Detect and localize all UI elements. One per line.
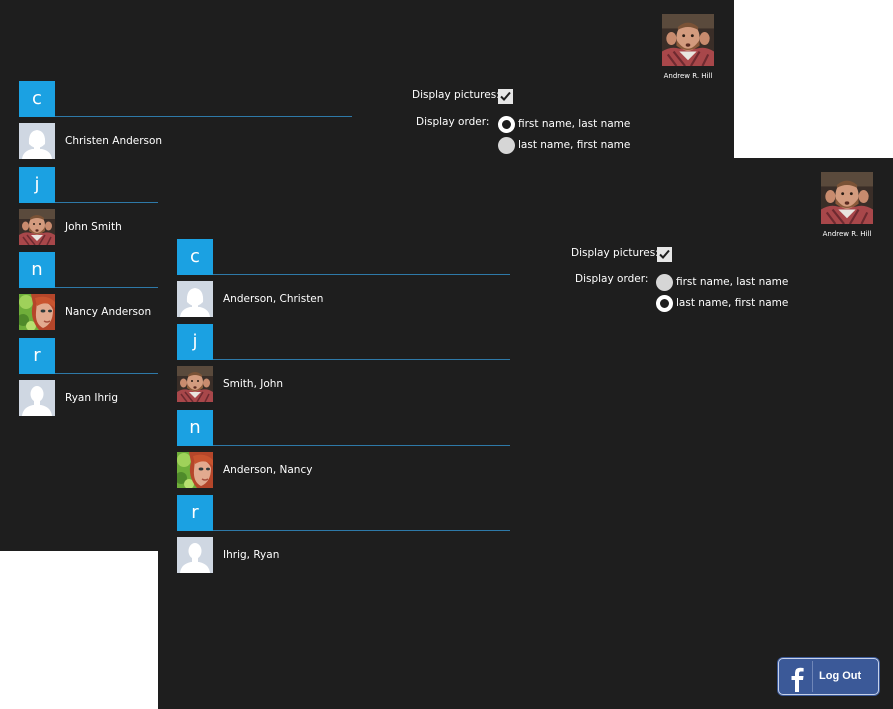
radio-unselected-icon[interactable] [656,274,673,291]
display-order-label: Display order: [575,273,649,285]
checkmark-icon [500,91,511,101]
contact-name: Nancy Anderson [65,306,152,318]
group-letter-tile[interactable]: c [19,81,55,117]
display-pictures-checkbox[interactable] [498,89,513,104]
display-pictures-label: Display pictures: [571,247,659,259]
contact-name: Ihrig, Ryan [223,549,280,561]
radio-selected-icon[interactable] [656,295,673,312]
user-avatar [662,14,714,66]
contact-name: Anderson, Christen [223,293,324,305]
contact-photo [19,209,55,245]
user-name: Andrew R. Hill [822,230,872,238]
contact-name: John Smith [65,221,122,233]
group-divider [55,373,158,374]
group-divider [213,359,510,360]
contact-name: Anderson, Nancy [223,464,313,476]
display-pictures-checkbox[interactable] [657,247,672,262]
radio-label: first name, last name [518,118,631,130]
contact-photo [19,294,55,330]
contact-name: Christen Anderson [65,135,163,147]
contact-name: Ryan Ihrig [65,392,119,404]
radio-label: last name, first name [518,139,631,151]
user-profile[interactable]: Andrew R. Hill [662,14,714,80]
female-avatar-icon [177,281,213,317]
group-letter-tile[interactable]: n [177,410,213,446]
contact-photo [177,366,213,402]
group-divider [213,445,510,446]
group-letter-tile[interactable]: r [177,495,213,531]
group-divider [55,202,158,203]
radio-label: first name, last name [676,276,789,288]
group-letter-tile[interactable]: j [177,324,213,360]
user-name: Andrew R. Hill [663,72,713,80]
group-letter-tile[interactable]: n [19,252,55,288]
radio-label: last name, first name [676,297,789,309]
radio-selected-icon[interactable] [498,116,515,133]
facebook-f-icon [781,661,813,692]
group-letter-tile[interactable]: c [177,239,213,275]
group-letter-tile[interactable]: j [19,167,55,203]
group-divider [213,274,510,275]
male-avatar-icon [177,537,213,573]
radio-unselected-icon[interactable] [498,137,515,154]
group-divider [213,530,510,531]
logout-label: Log Out [819,670,862,682]
display-pictures-label: Display pictures: [412,89,500,101]
group-divider [55,116,352,117]
group-divider [55,287,158,288]
male-avatar-icon [19,380,55,416]
user-avatar [821,172,873,224]
female-avatar-icon [19,123,55,159]
checkmark-icon [659,249,670,259]
user-profile[interactable]: Andrew R. Hill [821,172,873,238]
logout-button[interactable]: Log Out [778,658,879,695]
display-order-label: Display order: [416,116,490,128]
contacts-window-last-first: Andrew R. Hill Display pictures: Display… [158,158,893,709]
contact-photo [177,452,213,488]
contact-name: Smith, John [223,378,284,390]
group-letter-tile[interactable]: r [19,338,55,374]
